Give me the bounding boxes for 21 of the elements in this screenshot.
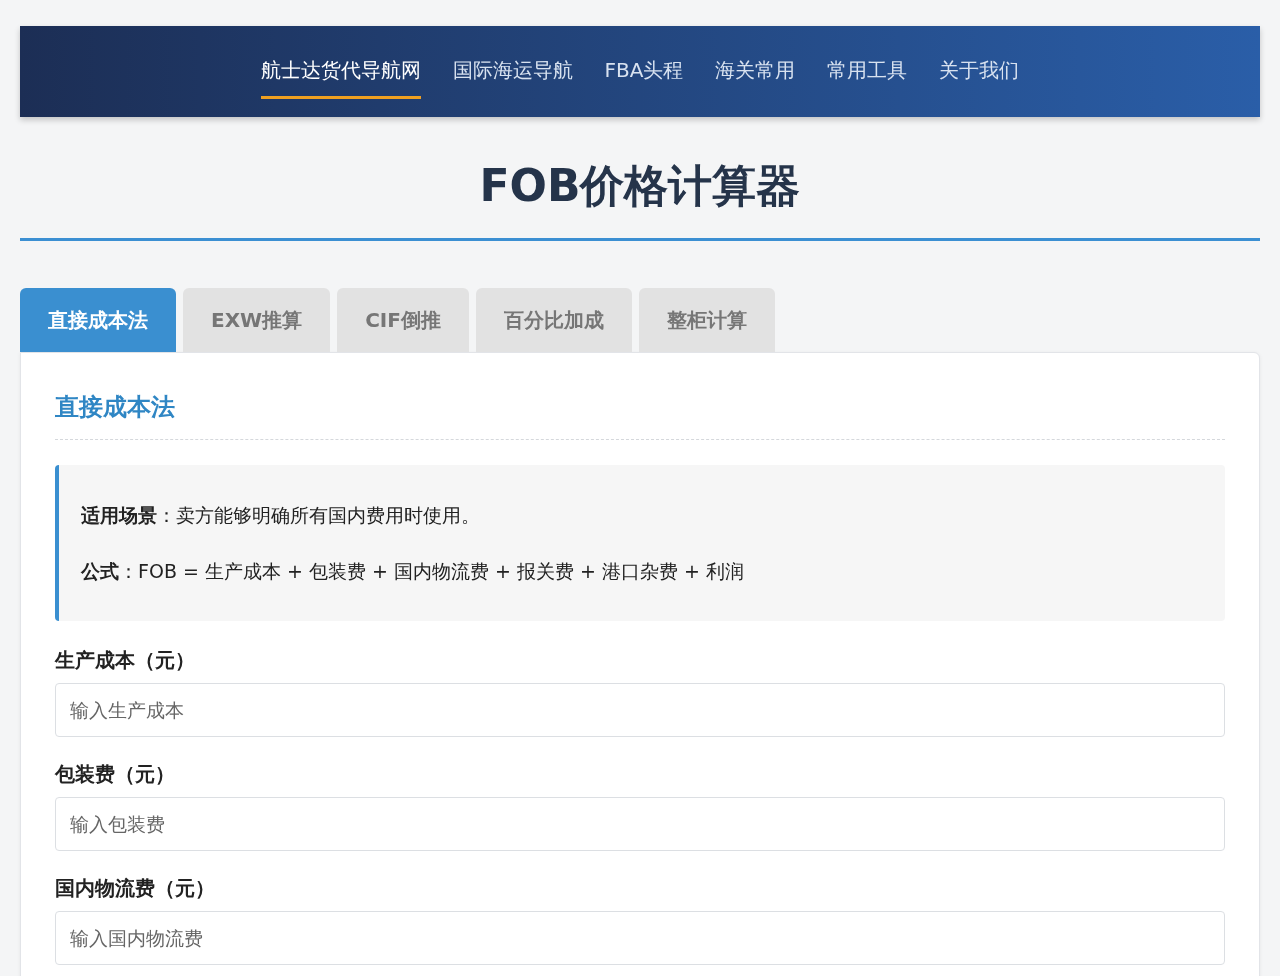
- nav-link[interactable]: 国际海运导航: [452, 46, 573, 99]
- info-text: 适用场景：卖方能够明确所有国内费用时使用。: [81, 503, 481, 528]
- info-text: 公式：FOB = 生产成本 + 包装费 + 国内物流费 + 报关费 + 港口杂费 + 利润: [81, 559, 745, 584]
- nav-link[interactable]: 航士达货代导航网: [260, 46, 421, 99]
- tab[interactable]: 整柜计算: [638, 288, 775, 352]
- field-label: 包装费（元）: [55, 761, 175, 788]
- nav-link[interactable]: 海关常用: [715, 46, 796, 99]
- tab[interactable]: CIF倒推: [337, 288, 469, 352]
- tab[interactable]: 百分比加成: [475, 288, 632, 352]
- tab[interactable]: EXW推算: [183, 288, 331, 352]
- page-title: FOB价格计算器: [478, 159, 802, 213]
- nav-link[interactable]: 常用工具: [827, 46, 908, 99]
- field-label: 生产成本（元）: [55, 647, 195, 674]
- tab[interactable]: 直接成本法: [20, 288, 176, 352]
- field-label: 国内物流费（元）: [55, 875, 215, 902]
- nav-link[interactable]: FBA头程: [604, 46, 684, 99]
- input-field[interactable]: 输入生产成本: [55, 683, 1225, 737]
- input-field[interactable]: 输入国内物流费: [55, 911, 1225, 965]
- input-field[interactable]: 输入包装费: [55, 797, 1225, 851]
- nav-link[interactable]: 关于我们: [939, 46, 1020, 99]
- section-heading: 直接成本法: [55, 392, 176, 423]
